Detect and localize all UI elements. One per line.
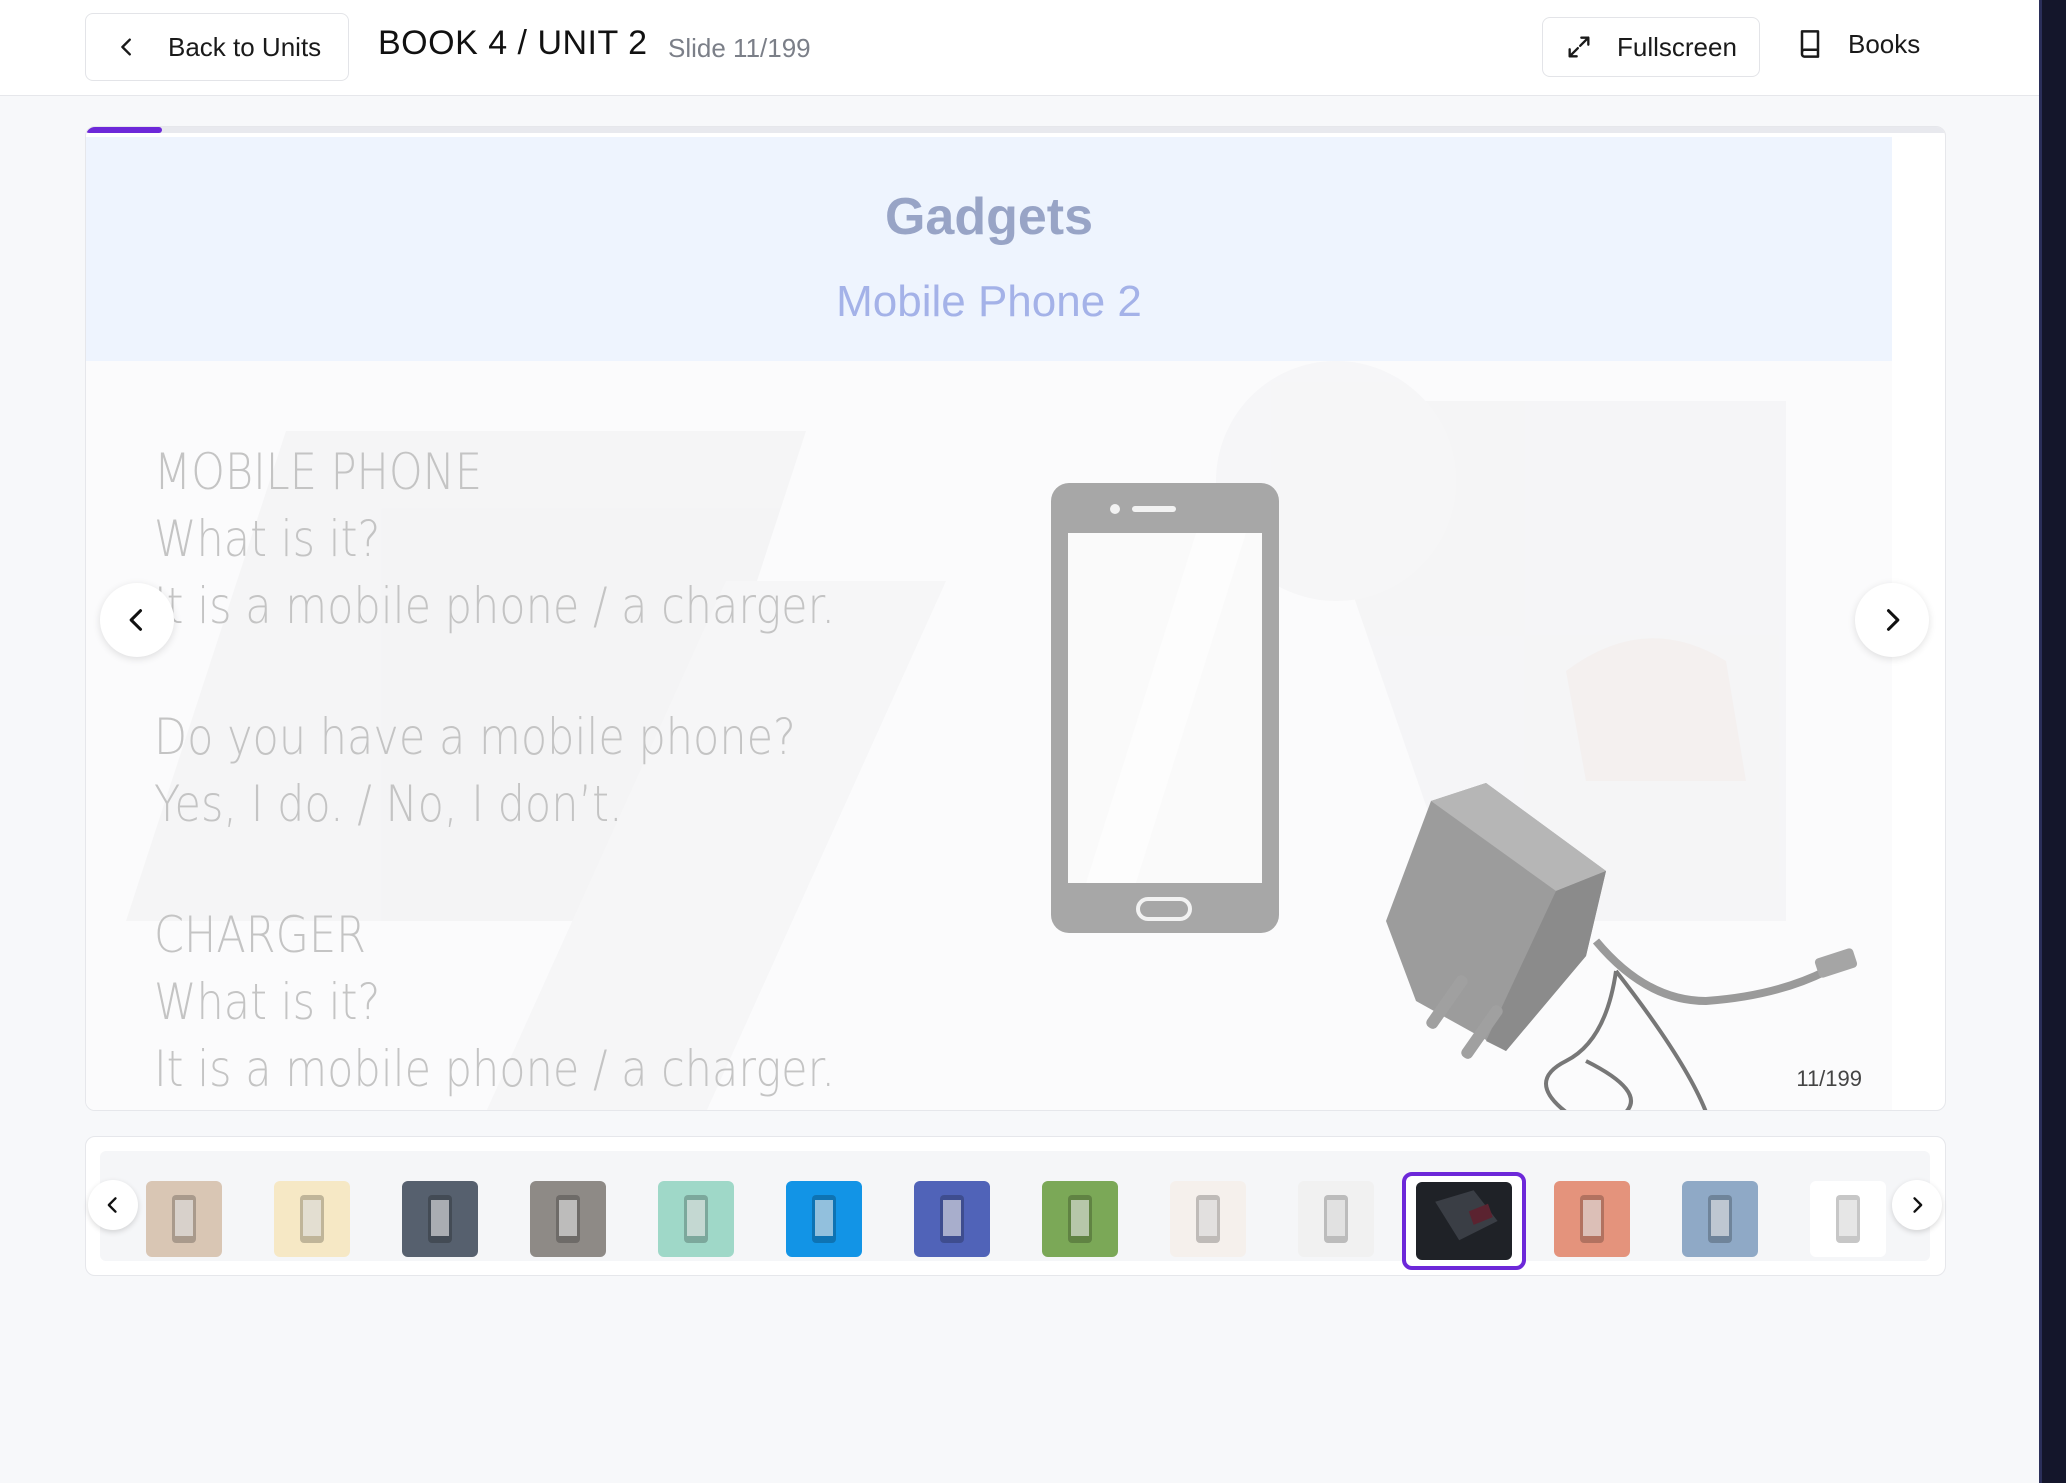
thumb-dark-phone-charger[interactable] bbox=[1402, 1172, 1526, 1270]
thumbnail-image bbox=[1196, 1195, 1220, 1243]
slide-line: It is a mobile phone / a charger. bbox=[154, 577, 835, 635]
slide-card: Gadgets Mobile Phone 2 MOBILE PHONE What… bbox=[85, 126, 1946, 1111]
slide-header: Gadgets Mobile Phone 2 bbox=[86, 137, 1892, 361]
thumbnail-image bbox=[556, 1195, 580, 1243]
slide-title: Gadgets bbox=[884, 188, 1094, 246]
thumbnail-image bbox=[1580, 1195, 1604, 1243]
thumb-banana-blue[interactable] bbox=[786, 1181, 862, 1257]
thumbnail-image bbox=[1836, 1195, 1860, 1243]
slide-text: MOBILE PHONE What is it? It is a mobile … bbox=[154, 439, 835, 1103]
back-to-units-button[interactable]: Back to Units bbox=[85, 13, 349, 81]
slide-subtitle: Mobile Phone 2 bbox=[836, 277, 1142, 326]
thumb-video-phone[interactable] bbox=[1810, 1181, 1886, 1257]
thumb-hands-wifi[interactable] bbox=[1170, 1181, 1246, 1257]
chevron-left-icon bbox=[121, 38, 131, 56]
thumbnail-image bbox=[1416, 1182, 1512, 1260]
progress-track bbox=[86, 127, 1945, 133]
thumbnail-strip bbox=[85, 1136, 1946, 1276]
thumb-phone-sketch[interactable] bbox=[1298, 1181, 1374, 1257]
fullscreen-label: Fullscreen bbox=[1617, 31, 1737, 62]
thumbnail-image bbox=[172, 1195, 196, 1243]
books-button[interactable]: Books bbox=[1796, 28, 1920, 60]
slide-line: What is it? bbox=[154, 510, 381, 568]
thumbnail-image bbox=[428, 1195, 452, 1243]
top-bar: Back to Units BOOK 4 / UNIT 2 Slide 11/1… bbox=[0, 0, 2039, 96]
slide-line: It is a mobile phone / a charger. bbox=[154, 1040, 835, 1098]
thumb-pattern-phones[interactable] bbox=[658, 1181, 734, 1257]
books-label: Books bbox=[1848, 28, 1921, 59]
chevron-right-icon bbox=[1886, 609, 1900, 631]
thumbnail-image bbox=[684, 1195, 708, 1243]
thumb-phone-pebbles[interactable] bbox=[530, 1181, 606, 1257]
slide-content: MOBILE PHONE What is it? It is a mobile … bbox=[86, 361, 1892, 1110]
slide-line: What is it? bbox=[154, 973, 381, 1031]
expand-icon bbox=[1568, 36, 1590, 58]
chevron-left-icon bbox=[107, 1197, 117, 1213]
next-slide-button[interactable] bbox=[1855, 583, 1929, 657]
thumb-hand-phone-apps[interactable] bbox=[914, 1181, 990, 1257]
slide-line: CHARGER bbox=[154, 906, 367, 964]
fullscreen-button[interactable]: Fullscreen bbox=[1542, 17, 1760, 77]
slide-counter: Slide 11/199 bbox=[668, 33, 811, 63]
slide-line-spacer bbox=[154, 640, 835, 704]
thumb-charger-cable[interactable] bbox=[1682, 1181, 1758, 1257]
slide-line: Do you have a mobile phone? bbox=[154, 708, 796, 766]
thumbnail-image bbox=[1324, 1195, 1348, 1243]
thumbnails-prev-button[interactable] bbox=[88, 1180, 138, 1230]
page-title: BOOK 4 / UNIT 2 bbox=[378, 24, 648, 62]
phone-illustration bbox=[1051, 483, 1279, 933]
thumb-yellow-phone[interactable] bbox=[274, 1181, 350, 1257]
chevron-right-icon bbox=[1913, 1197, 1923, 1213]
slide-line: Yes, I do. / No, I don’t. bbox=[154, 775, 623, 833]
thumbnail-image bbox=[1708, 1195, 1732, 1243]
slide-line: MOBILE PHONE bbox=[154, 443, 483, 501]
thumbnails-next-button[interactable] bbox=[1892, 1180, 1942, 1230]
thumbnail-image bbox=[812, 1195, 836, 1243]
progress-fill bbox=[86, 127, 163, 133]
thumbnail-image bbox=[940, 1195, 964, 1243]
thumbnail-track bbox=[100, 1151, 1930, 1270]
thumb-game-scene[interactable] bbox=[1042, 1181, 1118, 1257]
window-edge bbox=[2039, 0, 2066, 1483]
book-icon bbox=[1800, 30, 1820, 58]
chevron-left-icon bbox=[129, 609, 143, 631]
thumb-gadgets-cover[interactable] bbox=[146, 1181, 222, 1257]
slide-page-indicator: 11/199 bbox=[1796, 1066, 1862, 1091]
back-to-units-label: Back to Units bbox=[168, 31, 322, 62]
thumb-slate-phone[interactable] bbox=[402, 1181, 478, 1257]
previous-slide-button[interactable] bbox=[100, 583, 174, 657]
thumbnail-image bbox=[1068, 1195, 1092, 1243]
thumbnail-image bbox=[300, 1195, 324, 1243]
slide-line-spacer bbox=[154, 838, 835, 902]
thumb-selfie[interactable] bbox=[1554, 1181, 1630, 1257]
